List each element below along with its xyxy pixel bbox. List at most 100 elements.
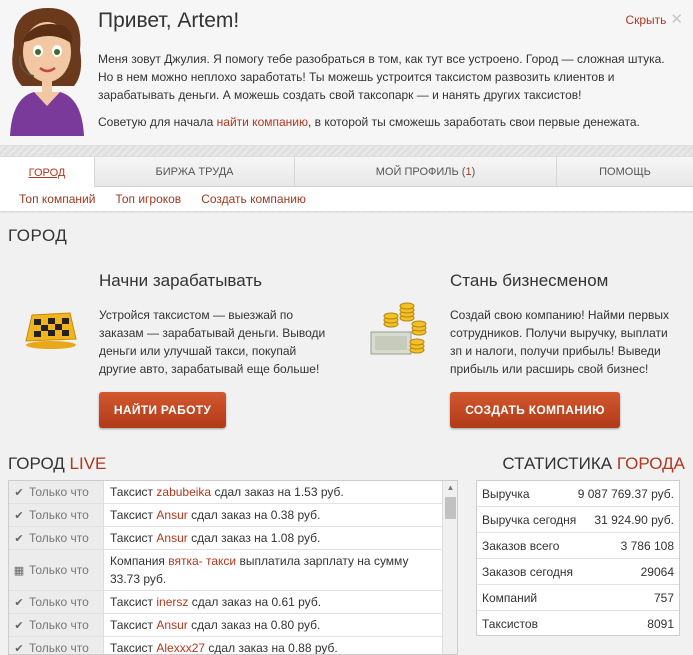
live-row: ✔ Только что Таксист zabubeika сдал заказ … [9,481,457,504]
live-row-text: Таксист zabubeika сдал заказ на 1.53 руб… [104,481,439,503]
main-panel: ГОРОД Начни зарабатывать Устройся таксис… [0,213,693,655]
live-row-time: ✔ Только что [9,591,104,613]
live-row-name-link[interactable]: Ansur [156,508,187,522]
live-row-text: Компания вятка- такси выплатила зарплату… [104,550,439,590]
live-row-name-link[interactable]: Ansur [156,618,187,632]
live-row-time: ✔ Только что [9,504,104,526]
live-row-when: Только что [29,641,89,655]
live-row-when: Только что [29,618,89,632]
live-row-post: сдал заказ на 0.88 руб. [205,641,338,655]
live-row-time: ▦ Только что [9,550,104,590]
live-row-pre: Таксист [110,531,157,545]
main-tabs: Город Биржа труда Мой профиль (1) Помощь [0,156,693,189]
promo-left-title: Начни зарабатывать [99,271,262,290]
live-row-text: Таксист Ansur сдал заказ на 1.08 руб. [104,527,439,549]
live-title: ГОРОД LIVE [8,454,106,474]
stat-value: 3 786 108 [620,538,674,553]
tab-profile-label-end: ) [471,165,476,178]
stat-label: Заказов всего [482,538,560,553]
live-row: ✔ Только что Таксист Alexxx27 сдал заказ н… [9,637,457,655]
live-row-name-link[interactable]: zabubeika [156,485,211,499]
live-row-time: ✔ Только что [9,637,104,655]
live-scrollbar[interactable]: ▲ [442,481,457,654]
stat-value: 757 [653,590,674,605]
stat-value: 29064 [640,564,674,579]
live-row-text: Таксист Ansur сдал заказ на 0.80 руб. [104,614,439,636]
greeting-advice: Советую для начала найти компанию, в кот… [98,113,678,131]
subnav: Топ компаний Топ игроков Создать компани… [0,187,693,212]
live-row-name-link[interactable]: Ansur [156,531,187,545]
live-row-when: Только что [29,595,89,609]
live-row: ✔ Только что Таксист Ansur сдал заказ на 0… [9,504,457,527]
stat-label: Заказов сегодня [482,564,574,579]
close-icon[interactable]: ✕ [670,12,683,27]
hide-greeting-link[interactable]: Скрыть ✕ [625,12,683,27]
tab-job-exchange[interactable]: Биржа труда [95,157,295,186]
live-row-time: ✔ Только что [9,481,104,503]
check-icon: ✔ [14,596,24,609]
live-row: ✔ Только что Таксист Ansur сдал заказ на 1… [9,527,457,550]
live-row: ✔ Только что Таксист Ansur сдал заказ на 0… [9,614,457,637]
live-row-time: ✔ Только что [9,614,104,636]
check-icon: ✔ [14,509,24,522]
greeting-text: Меня зовут Джулия. Я помогу тебе разобра… [98,52,665,102]
live-row-text: Таксист inersz сдал заказ на 0.61 руб. [104,591,439,613]
greeting-title: Привет, Artem! [98,9,240,32]
live-row-text: Таксист Ansur сдал заказ на 0.38 руб. [104,504,439,526]
live-row-when: Только что [29,531,89,545]
live-feed[interactable]: ✔ Только что Таксист zabubeika сдал заказ … [8,480,458,655]
check-icon: ✔ [14,532,24,545]
subnav-create-company[interactable]: Создать компанию [201,192,306,206]
advice-prefix: Советую для начала [98,115,217,129]
live-row-time: ✔ Только что [9,527,104,549]
check-icon: ✔ [14,619,24,632]
stat-label: Выручка сегодня [482,512,577,527]
find-company-link[interactable]: найти компанию [217,115,308,129]
scroll-thumb[interactable] [445,497,456,519]
check-icon: ✔ [14,642,24,655]
stat-value: 9 087 769.37 руб. [577,486,674,501]
stats-title: СТАТИСТИКА ГОРОДА [502,454,685,474]
stat-row: Заказов сегодня 29064 [477,559,679,585]
stat-row: Компаний 757 [477,585,679,611]
live-row-pre: Таксист [110,508,157,522]
live-row-name-link[interactable]: Alexxx27 [156,641,205,654]
live-row: ✔ Только что Таксист inersz сдал заказ на … [9,591,457,614]
subnav-top-players[interactable]: Топ игроков [115,192,181,206]
money-coins-icon [370,302,427,355]
live-row-name-link[interactable]: inersz [156,595,188,609]
stat-row: Выручка 9 087 769.37 руб. [477,481,679,507]
section-title: ГОРОД [8,226,68,245]
stats-title-accent: ГОРОДА [616,454,685,473]
promo-right-title: Стань бизнесменом [450,271,609,290]
live-row-post: сдал заказ на 0.61 руб. [188,595,322,609]
city-stats-table: Выручка 9 087 769.37 руб. Выручка сегодня 3… [476,480,680,636]
live-row-post: сдал заказ на 0.38 руб. [187,508,321,522]
tab-my-profile[interactable]: Мой профиль (1) [295,157,557,186]
live-row-pre: Таксист [110,595,157,609]
stats-title-main: СТАТИСТИКА [502,454,617,473]
live-row-name-link[interactable]: вятка- такси [168,554,236,568]
live-row-when: Только что [29,485,89,499]
stat-value: 8091 [647,617,674,631]
live-row-pre: Компания [110,554,169,568]
find-job-button[interactable]: НАЙТИ РАБОТУ [99,392,226,428]
live-row-pre: Таксист [110,641,157,655]
scroll-up-icon[interactable]: ▲ [443,481,457,495]
hide-label[interactable]: Скрыть [625,13,666,27]
advice-suffix: , в которой ты сможешь заработать свои п… [308,115,640,129]
tab-help[interactable]: Помощь [557,157,693,186]
promo-right-text: Создай свою компанию! Найми первых сотру… [450,308,670,376]
assistant-avatar [10,8,84,136]
live-row-when: Только что [29,508,89,522]
live-row-post: сдал заказ на 0.80 руб. [187,618,321,632]
live-row-pre: Таксист [110,485,157,499]
create-company-button[interactable]: СОЗДАТЬ КОМПАНИЮ [450,392,620,428]
subnav-top-companies[interactable]: Топ компаний [19,192,95,206]
taxi-sign-icon [25,312,77,349]
stat-row: Заказов всего 3 786 108 [477,533,679,559]
live-row-post: сдал заказ на 1.08 руб. [187,531,321,545]
stat-value: 31 924.90 руб. [594,512,674,527]
tab-city[interactable]: Город [0,157,95,189]
stat-row: Выручка сегодня 31 924.90 руб. [477,507,679,533]
